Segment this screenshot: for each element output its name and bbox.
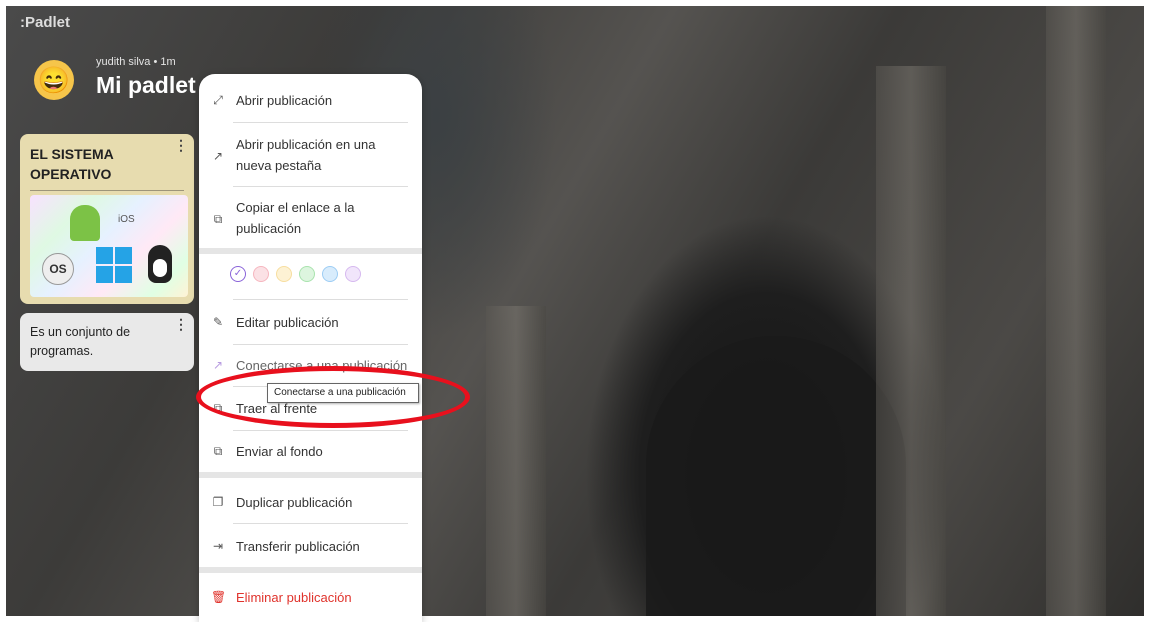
- color-swatch-purple[interactable]: [345, 266, 361, 282]
- linux-tux-icon: [148, 245, 172, 283]
- color-swatch-blue[interactable]: [322, 266, 338, 282]
- trash-icon: 🗑: [211, 590, 227, 604]
- menu-item-open-new-tab[interactable]: ↗ Abrir publicación en una nueva pestaña: [211, 134, 409, 176]
- menu-section-separator: [199, 567, 422, 573]
- post-card-operating-system[interactable]: EL SISTEMA OPERATIVO ⋮ iOS OS: [20, 134, 194, 304]
- background-arch: [646, 336, 906, 616]
- menu-item-copy-link[interactable]: ⧉ Copiar el enlace a la publicación: [211, 197, 409, 239]
- transfer-icon: ⇥: [212, 539, 224, 553]
- send-to-back-icon: ⧉: [213, 444, 223, 458]
- macos-logo-icon: OS: [42, 253, 74, 285]
- apple-ios-logo-icon: iOS: [118, 214, 135, 225]
- menu-divider: [233, 122, 408, 123]
- menu-divider: [233, 523, 408, 524]
- menu-item-open-post[interactable]: ⤢ Abrir publicación: [211, 90, 409, 111]
- color-picker: ✓: [230, 266, 361, 282]
- expand-icon: ⤢: [213, 93, 223, 107]
- android-logo-icon: [70, 205, 100, 241]
- external-link-icon: ↗: [212, 149, 224, 163]
- author-meta: yudith silva • 1m: [96, 56, 176, 68]
- menu-divider: [233, 299, 408, 300]
- menu-divider: [233, 344, 408, 345]
- background-pillar: [1046, 6, 1106, 616]
- copy-link-icon: ⧉: [213, 212, 223, 226]
- color-swatch-red[interactable]: [253, 266, 269, 282]
- color-swatch-green[interactable]: [299, 266, 315, 282]
- menu-section-separator: [199, 472, 422, 478]
- pencil-icon: ✎: [212, 315, 224, 329]
- more-options-icon[interactable]: ⋮: [174, 317, 188, 331]
- menu-divider: [233, 186, 408, 187]
- post-card-definition[interactable]: Es un conjunto de programas. ⋮: [20, 313, 194, 371]
- menu-item-edit-post[interactable]: ✎ Editar publicación: [211, 312, 409, 333]
- board-background: :Padlet 😄 yudith silva • 1m Mi padlet es…: [6, 6, 1144, 616]
- menu-item-duplicate-post[interactable]: ❐ Duplicar publicación: [211, 492, 409, 513]
- post-image-os-logos[interactable]: iOS OS: [30, 195, 188, 297]
- grinning-face-icon: 😄: [37, 64, 71, 95]
- background-pillar: [486, 306, 546, 616]
- windows-logo-icon: [96, 247, 132, 283]
- background-pillar: [876, 66, 946, 616]
- menu-item-transfer-post[interactable]: ⇥ Transferir publicación: [211, 536, 409, 557]
- menu-item-delete-post[interactable]: 🗑 Eliminar publicación: [211, 587, 409, 608]
- post-body: Es un conjunto de programas.: [30, 325, 131, 358]
- post-title: EL SISTEMA OPERATIVO: [30, 146, 114, 182]
- menu-item-send-to-back[interactable]: ⧉ Enviar al fondo: [211, 441, 409, 462]
- color-swatch-selected[interactable]: ✓: [230, 266, 246, 282]
- author-avatar[interactable]: 😄: [34, 60, 74, 100]
- padlet-logo[interactable]: :Padlet: [20, 14, 70, 31]
- color-swatch-yellow[interactable]: [276, 266, 292, 282]
- post-context-menu: ⤢ Abrir publicación ↗ Abrir publicación …: [199, 74, 422, 622]
- annotation-highlight-ring: [196, 366, 470, 428]
- post-divider: [30, 190, 184, 191]
- menu-section-separator: [199, 248, 422, 254]
- connect-arrow-icon: ↗: [212, 358, 224, 372]
- menu-divider: [233, 430, 408, 431]
- more-options-icon[interactable]: ⋮: [174, 138, 188, 152]
- duplicate-icon: ❐: [212, 495, 224, 509]
